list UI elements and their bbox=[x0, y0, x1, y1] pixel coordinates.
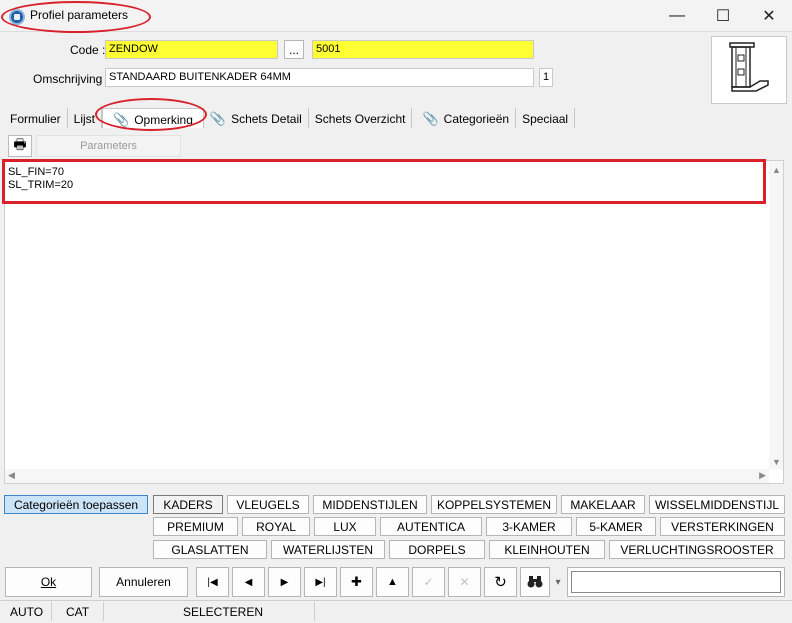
category-koppelsystemen[interactable]: KOPPELSYSTEMEN bbox=[431, 495, 557, 514]
category-royal[interactable]: ROYAL bbox=[242, 517, 310, 536]
tab-label: Lijst bbox=[73, 112, 96, 126]
apply-categories-button[interactable]: Categorieën toepassen bbox=[4, 495, 148, 514]
tab-schets-overzicht[interactable]: Schets Overzicht bbox=[308, 108, 413, 128]
tab-speciaal[interactable]: Speciaal bbox=[516, 108, 576, 128]
first-record-icon[interactable]: |◀ bbox=[196, 567, 229, 597]
category-versterkingen[interactable]: VERSTERKINGEN bbox=[660, 517, 785, 536]
ok-button[interactable]: Ok bbox=[5, 567, 92, 597]
annotation-ellipse-tab bbox=[95, 98, 207, 131]
refresh-icon[interactable]: ↻ bbox=[484, 567, 517, 597]
category-autentica[interactable]: AUTENTICA bbox=[380, 517, 482, 536]
horizontal-scrollbar[interactable]: ◀ ▶ bbox=[5, 469, 769, 483]
tab-label: Categorieën bbox=[443, 112, 510, 126]
find-dropdown-icon[interactable]: ▾ bbox=[551, 567, 565, 597]
counter-field: 1 bbox=[539, 68, 553, 87]
tab-schets-detail[interactable]: 📎 Schets Detail bbox=[203, 108, 309, 128]
status-cat: CAT bbox=[58, 602, 104, 621]
annotation-box-memo bbox=[2, 159, 766, 204]
scroll-up-icon[interactable]: ▲ bbox=[772, 165, 781, 175]
next-record-icon[interactable]: ▶ bbox=[268, 567, 301, 597]
tab-label: Speciaal bbox=[522, 112, 569, 126]
category-glaslatten[interactable]: GLASLATTEN bbox=[153, 540, 267, 559]
add-record-icon[interactable]: ✚ bbox=[340, 567, 373, 597]
printer-icon: 🖶 bbox=[13, 136, 27, 152]
scroll-down-icon[interactable]: ▼ bbox=[772, 457, 781, 467]
last-record-icon[interactable]: ▶| bbox=[304, 567, 337, 597]
category-lux[interactable]: LUX bbox=[314, 517, 376, 536]
omschrijving-field[interactable]: STANDAARD BUITENKADER 64MM bbox=[105, 68, 534, 87]
profile-thumbnail bbox=[711, 36, 787, 104]
profile-drawing-icon bbox=[729, 42, 769, 92]
tab-label: Formulier bbox=[10, 112, 61, 126]
memo-area[interactable] bbox=[4, 160, 784, 484]
print-button[interactable]: 🖶 bbox=[8, 135, 32, 157]
category-makelaar[interactable]: MAKELAAR bbox=[561, 495, 645, 514]
tab-label: Schets Overzicht bbox=[314, 112, 406, 126]
previous-record-icon[interactable]: ◀ bbox=[232, 567, 265, 597]
category-middenstijlen[interactable]: MIDDENSTIJLEN bbox=[313, 495, 427, 514]
paperclip-icon: 📎 bbox=[422, 111, 439, 126]
search-input[interactable] bbox=[567, 567, 785, 597]
scroll-right-icon[interactable]: ▶ bbox=[759, 470, 766, 481]
paperclip-icon: 📎 bbox=[209, 111, 227, 126]
tab-bar: Formulier Lijst 📎 Opmerking 📎 Schets Detai… bbox=[4, 108, 576, 128]
parameters-button: Parameters bbox=[36, 135, 181, 157]
annotation-ellipse-title bbox=[1, 1, 151, 33]
cancel-button[interactable]: Annuleren bbox=[99, 567, 188, 597]
category-3-kamer[interactable]: 3-KAMER bbox=[486, 517, 572, 536]
vertical-scrollbar[interactable]: ▲ ▼ bbox=[769, 161, 783, 469]
category-waterlijsten[interactable]: WATERLIJSTEN bbox=[271, 540, 385, 559]
status-bar bbox=[0, 600, 792, 623]
maximize-button[interactable]: ☐ bbox=[700, 0, 746, 32]
category-vleugels[interactable]: VLEUGELS bbox=[227, 495, 309, 514]
status-auto: AUTO bbox=[2, 602, 52, 621]
category-kleinhouten[interactable]: KLEINHOUTEN bbox=[489, 540, 605, 559]
code-label: Code : bbox=[70, 43, 106, 57]
scroll-left-icon[interactable]: ◀ bbox=[8, 470, 15, 481]
tab-categorieen[interactable]: 📎 Categorieën bbox=[412, 108, 517, 128]
find-button[interactable] bbox=[520, 567, 550, 597]
status-selecteren: SELECTEREN bbox=[175, 602, 315, 621]
code-field[interactable]: ZENDOW bbox=[105, 40, 278, 59]
tab-label: Schets Detail bbox=[231, 112, 302, 126]
tab-formulier[interactable]: Formulier bbox=[4, 108, 68, 128]
omschrijving-label: Omschrijving : bbox=[33, 72, 110, 86]
category-verluchtingsrooster[interactable]: VERLUCHTINGSROOSTER bbox=[609, 540, 785, 559]
code-id-field[interactable]: 5001 bbox=[312, 40, 534, 59]
binoculars-icon bbox=[527, 576, 543, 588]
category-5-kamer[interactable]: 5-KAMER bbox=[576, 517, 656, 536]
minimize-button[interactable]: — bbox=[654, 0, 700, 32]
category-dorpels[interactable]: DORPELS bbox=[389, 540, 485, 559]
search-input-box[interactable] bbox=[571, 571, 781, 593]
category-premium[interactable]: PREMIUM bbox=[153, 517, 238, 536]
category-kaders[interactable]: KADERS bbox=[153, 495, 223, 514]
edit-record-icon[interactable]: ▲ bbox=[376, 567, 409, 597]
category-wisselmiddenstijl[interactable]: WISSELMIDDENSTIJL bbox=[649, 495, 785, 514]
browse-button[interactable]: ... bbox=[284, 40, 304, 59]
cancel-edit-icon: ✕ bbox=[448, 567, 481, 597]
post-record-icon: ✓ bbox=[412, 567, 445, 597]
close-button[interactable]: ✕ bbox=[746, 0, 792, 32]
